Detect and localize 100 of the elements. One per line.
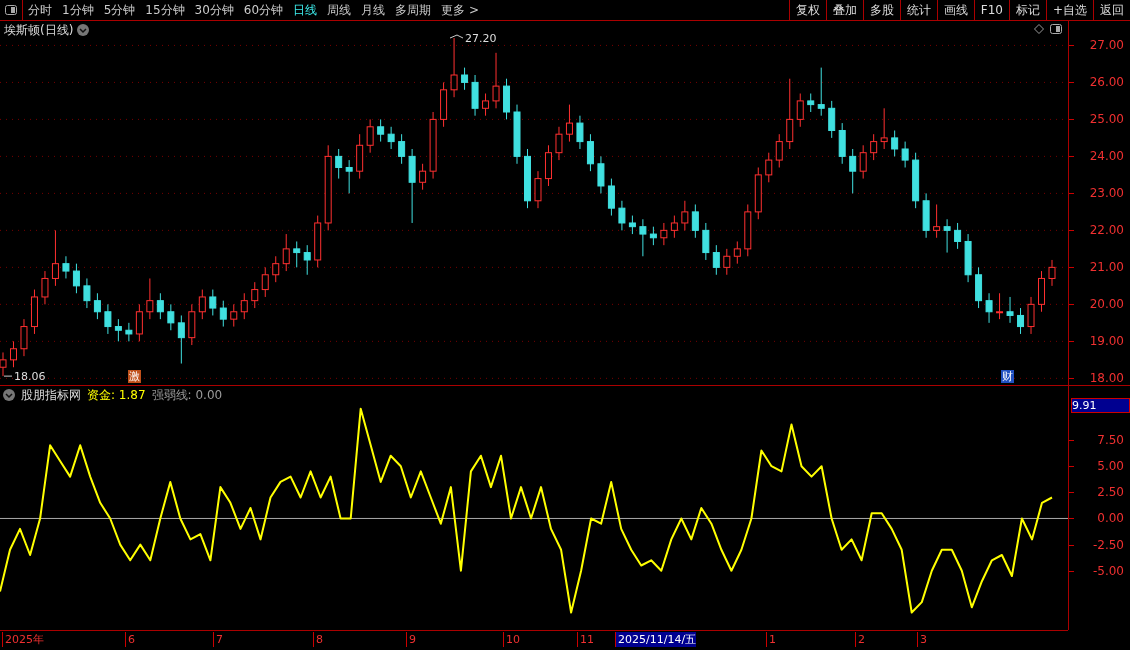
event-marker[interactable]: 财: [1001, 370, 1014, 383]
date-label: 10: [503, 632, 520, 647]
toolbar-button[interactable]: 多股: [862, 0, 900, 20]
candle: [712, 244, 720, 276]
candle: [828, 100, 836, 139]
candle: [230, 303, 238, 328]
candle: [891, 130, 899, 157]
candle: [817, 67, 825, 117]
period-tab[interactable]: 月线: [356, 0, 391, 20]
candle: [261, 266, 269, 298]
candle: [691, 204, 699, 239]
toolbar-button[interactable]: 返回: [1093, 0, 1130, 20]
candle: [912, 152, 920, 209]
date-label: 3: [917, 632, 927, 647]
candle: [744, 204, 752, 257]
candle: [786, 78, 794, 150]
date-label: 6: [125, 632, 135, 647]
axis-label: 25.00: [1089, 112, 1124, 127]
date-label: 9: [406, 632, 416, 647]
candle: [62, 255, 70, 279]
candle: [681, 200, 689, 231]
candle: [177, 314, 185, 365]
dropdown-icon[interactable]: [3, 389, 15, 401]
candle: [219, 300, 227, 328]
candle: [135, 303, 143, 342]
candle: [733, 240, 741, 265]
toolbar-button[interactable]: 叠加: [825, 0, 863, 20]
candle: [754, 167, 762, 220]
candle: [765, 152, 773, 183]
candle: [272, 255, 280, 283]
toolbar-button[interactable]: 标记: [1008, 0, 1046, 20]
leader-line: [449, 34, 464, 39]
candle: [954, 222, 962, 250]
candle: [555, 126, 563, 161]
period-tab[interactable]: 30分钟: [189, 0, 239, 20]
candle: [996, 292, 1004, 320]
toolbar-button[interactable]: 统计: [899, 0, 937, 20]
high-price-label: 27.20: [465, 32, 497, 45]
date-label: 2025/11/14/五: [615, 632, 697, 647]
axis-label: 21.00: [1089, 260, 1124, 275]
axis-label: 7.50: [1097, 433, 1124, 448]
axis-label: 24.00: [1089, 149, 1124, 164]
candle: [545, 144, 552, 187]
indicator-name: 股朋指标网: [21, 386, 81, 404]
period-tab[interactable]: 多周期: [390, 0, 437, 20]
date-label: 2025年: [2, 632, 44, 647]
axis-label: 2.50: [1097, 485, 1124, 500]
candle: [471, 74, 479, 117]
toolbar-button[interactable]: +自选: [1045, 0, 1093, 20]
axis-label: 0.00: [1097, 511, 1124, 526]
period-tab[interactable]: 日线: [288, 0, 323, 20]
candle: [51, 229, 59, 287]
candle: [293, 240, 301, 268]
candle: [524, 148, 531, 209]
candle: [114, 318, 122, 342]
current-value-label: 9.91: [1071, 398, 1130, 413]
candle: [345, 159, 353, 194]
more-menu[interactable]: 更多 >: [436, 0, 484, 20]
period-tab[interactable]: 分时: [23, 0, 57, 20]
date-label: 2: [855, 632, 865, 647]
period-tab[interactable]: 周线: [322, 0, 357, 20]
candle: [565, 104, 573, 143]
candle: [188, 303, 196, 346]
date-label: 8: [313, 632, 323, 647]
candle: [649, 226, 657, 246]
axis-label: 26.00: [1089, 75, 1124, 90]
candle: [10, 340, 17, 368]
event-marker[interactable]: 激: [128, 370, 141, 383]
candle: [282, 233, 290, 272]
panel-toggle-icon[interactable]: [1050, 24, 1062, 34]
period-tab[interactable]: 5分钟: [98, 0, 141, 20]
axis-label: 22.00: [1089, 223, 1124, 238]
candle: [576, 115, 584, 150]
candle: [1006, 296, 1014, 324]
dropdown-icon[interactable]: [77, 24, 90, 36]
candle: [1048, 259, 1056, 287]
candle: [377, 118, 385, 143]
candle: [303, 244, 311, 276]
candle: [419, 163, 427, 191]
candle: [597, 155, 605, 194]
panel-toggle-icon[interactable]: [5, 5, 17, 15]
candle: [429, 111, 437, 180]
candle: [628, 215, 636, 235]
candle: [335, 148, 343, 180]
candle: [975, 266, 983, 309]
axis-label: -2.50: [1092, 537, 1124, 552]
candle: [618, 200, 626, 231]
candle: [251, 281, 259, 309]
period-tab[interactable]: 60分钟: [238, 0, 289, 20]
toolbar-button[interactable]: F10: [973, 0, 1009, 20]
candle: [964, 233, 972, 283]
diamond-icon[interactable]: [1034, 24, 1044, 34]
toolbar-button[interactable]: 复权: [788, 0, 826, 20]
period-tab[interactable]: 15分钟: [140, 0, 190, 20]
toolbar-button[interactable]: 画线: [936, 0, 974, 20]
candle: [513, 104, 521, 165]
period-tab[interactable]: 1分钟: [57, 0, 99, 20]
candle: [440, 81, 448, 128]
candle: [314, 215, 322, 268]
candle: [1017, 307, 1025, 335]
